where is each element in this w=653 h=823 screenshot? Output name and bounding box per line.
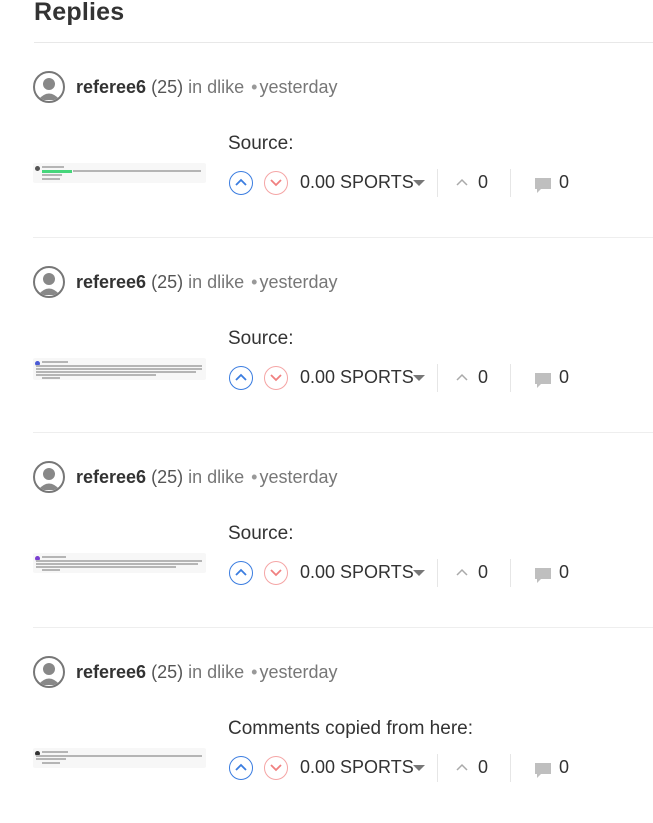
comments-count[interactable]: 0 xyxy=(559,172,569,193)
reply-item: referee6 (25) in dlike • yesterday Source… xyxy=(33,43,653,238)
author-reputation: (25) xyxy=(151,467,184,487)
reply-footer: 0.00 SPORTS 0 0 xyxy=(229,559,649,587)
author-name[interactable]: referee6 xyxy=(76,662,146,682)
reply-meta: referee6 (25) in dlike • yesterday xyxy=(76,662,338,683)
author-name[interactable]: referee6 xyxy=(76,467,146,487)
meta-separator: • xyxy=(251,662,258,682)
avatar-icon xyxy=(38,273,60,295)
comments-count[interactable]: 0 xyxy=(559,367,569,388)
avatar[interactable] xyxy=(33,266,65,298)
avatar-icon xyxy=(38,78,60,100)
votes-count[interactable]: 0 xyxy=(478,172,488,193)
avatar[interactable] xyxy=(33,461,65,493)
reply-body: Source: xyxy=(228,523,294,544)
downvote-button[interactable] xyxy=(264,366,288,390)
reply-body: Source: xyxy=(228,133,294,154)
post-time[interactable]: yesterday xyxy=(259,467,337,487)
downvote-button[interactable] xyxy=(264,561,288,585)
community-link[interactable]: in dlike xyxy=(188,272,244,292)
avatar-icon xyxy=(38,468,60,490)
dropdown-caret-icon[interactable] xyxy=(413,375,425,381)
vote-count-icon xyxy=(456,178,468,186)
community-link[interactable]: in dlike xyxy=(188,662,244,682)
comment-icon[interactable] xyxy=(533,175,553,195)
author-name[interactable]: referee6 xyxy=(76,77,146,97)
upvote-button[interactable] xyxy=(229,561,253,585)
vote-count-icon xyxy=(456,763,468,771)
payout-value[interactable]: 0.00 SPORTS xyxy=(300,562,414,583)
author-reputation: (25) xyxy=(151,77,184,97)
upvote-button[interactable] xyxy=(229,756,253,780)
upvote-button[interactable] xyxy=(229,366,253,390)
upvote-icon xyxy=(235,568,247,576)
post-time[interactable]: yesterday xyxy=(259,77,337,97)
upvote-icon xyxy=(235,763,247,771)
payout-value[interactable]: 0.00 SPORTS xyxy=(300,757,414,778)
downvote-icon xyxy=(270,764,282,772)
screenshot-thumbnail[interactable] xyxy=(33,553,206,573)
avatar-icon xyxy=(38,663,60,685)
payout-value[interactable]: 0.00 SPORTS xyxy=(300,172,414,193)
post-time[interactable]: yesterday xyxy=(259,662,337,682)
post-time[interactable]: yesterday xyxy=(259,272,337,292)
reply-meta: referee6 (25) in dlike • yesterday xyxy=(76,272,338,293)
screenshot-thumbnail[interactable] xyxy=(33,358,206,380)
comment-icon[interactable] xyxy=(533,565,553,585)
votes-count[interactable]: 0 xyxy=(478,562,488,583)
downvote-icon xyxy=(270,179,282,187)
reply-item: referee6 (25) in dlike • yesterday Source… xyxy=(33,433,653,628)
comments-count[interactable]: 0 xyxy=(559,757,569,778)
upvote-button[interactable] xyxy=(229,171,253,195)
downvote-button[interactable] xyxy=(264,171,288,195)
author-reputation: (25) xyxy=(151,662,184,682)
dropdown-caret-icon[interactable] xyxy=(413,765,425,771)
meta-separator: • xyxy=(251,272,258,292)
screenshot-thumbnail[interactable] xyxy=(33,748,206,768)
vote-count-icon xyxy=(456,373,468,381)
comments-count[interactable]: 0 xyxy=(559,562,569,583)
avatar[interactable] xyxy=(33,71,65,103)
author-name[interactable]: referee6 xyxy=(76,272,146,292)
upvote-icon xyxy=(235,178,247,186)
meta-separator: • xyxy=(251,77,258,97)
reply-item: referee6 (25) in dlike • yesterday Commen… xyxy=(33,628,653,823)
screenshot-thumbnail[interactable] xyxy=(33,163,206,183)
reply-footer: 0.00 SPORTS 0 0 xyxy=(229,754,649,782)
votes-count[interactable]: 0 xyxy=(478,757,488,778)
avatar[interactable] xyxy=(33,656,65,688)
dropdown-caret-icon[interactable] xyxy=(413,570,425,576)
payout-value[interactable]: 0.00 SPORTS xyxy=(300,367,414,388)
upvote-icon xyxy=(235,373,247,381)
comment-icon[interactable] xyxy=(533,760,553,780)
reply-meta: referee6 (25) in dlike • yesterday xyxy=(76,77,338,98)
votes-count[interactable]: 0 xyxy=(478,367,488,388)
comment-icon[interactable] xyxy=(533,370,553,390)
downvote-button[interactable] xyxy=(264,756,288,780)
reply-footer: 0.00 SPORTS 0 0 xyxy=(229,364,649,392)
downvote-icon xyxy=(270,374,282,382)
dropdown-caret-icon[interactable] xyxy=(413,180,425,186)
community-link[interactable]: in dlike xyxy=(188,467,244,487)
reply-meta: referee6 (25) in dlike • yesterday xyxy=(76,467,338,488)
reply-footer: 0.00 SPORTS 0 0 xyxy=(229,169,649,197)
reply-item: referee6 (25) in dlike • yesterday Source… xyxy=(33,238,653,433)
meta-separator: • xyxy=(251,467,258,487)
vote-count-icon xyxy=(456,568,468,576)
reply-body: Comments copied from here: xyxy=(228,718,473,739)
downvote-icon xyxy=(270,569,282,577)
reply-body: Source: xyxy=(228,328,294,349)
author-reputation: (25) xyxy=(151,272,184,292)
community-link[interactable]: in dlike xyxy=(188,77,244,97)
page-title: Replies xyxy=(34,0,125,26)
